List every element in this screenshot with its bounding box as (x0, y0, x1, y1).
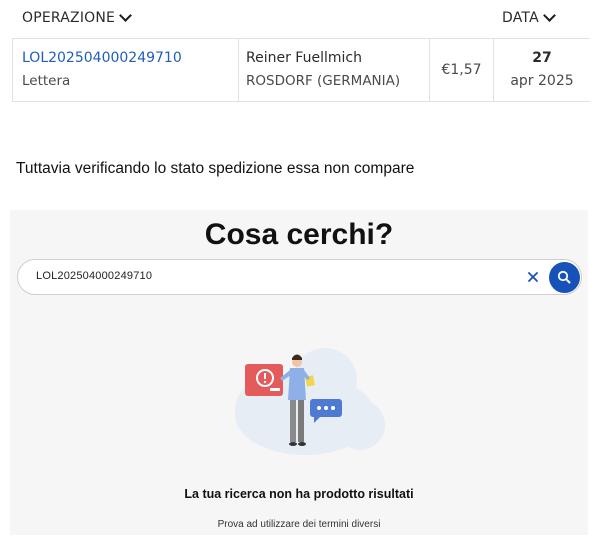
search-button[interactable] (549, 262, 580, 293)
recipient-place: ROSDORF (GERMANIA) (246, 73, 401, 89)
table-row: LOL202504000249710 Lettera Reiner Fuellm… (12, 38, 590, 102)
search-title: Cosa cerchi? (204, 218, 394, 251)
date-month-year: apr 2025 (510, 73, 574, 89)
no-results-illustration (235, 348, 385, 455)
recipient-cell: Reiner Fuellmich ROSDORF (GERMANIA) (238, 39, 429, 101)
operation-cell: LOL202504000249710 Lettera (12, 39, 238, 101)
search-query-text: LOL202504000249710 (36, 270, 153, 282)
no-results-title: La tua ricerca non ha prodotto risultati (184, 487, 414, 501)
clear-search-button[interactable] (524, 268, 542, 286)
chevron-down-icon (119, 9, 132, 22)
search-icon (557, 270, 571, 284)
no-results-hint: Prova ad utilizzare dei termini diversi (217, 519, 381, 530)
operation-code-link[interactable]: LOL202504000249710 (22, 50, 182, 66)
table-header: OPERAZIONE DATA (0, 0, 603, 38)
amount-value: €1,57 (441, 62, 482, 78)
close-icon (528, 272, 538, 282)
operation-column-header[interactable]: OPERAZIONE (22, 9, 132, 26)
operation-header-label: OPERAZIONE (22, 10, 116, 26)
operation-type: Lettera (22, 73, 71, 89)
search-input[interactable]: LOL202504000249710 (17, 259, 582, 295)
date-cell: 27 apr 2025 (493, 39, 590, 101)
amount-cell: €1,57 (429, 39, 493, 101)
note-text: Tuttavia verificando lo stato spedizione… (16, 160, 415, 177)
date-header-label: DATA (502, 10, 539, 26)
date-day: 27 (532, 50, 552, 66)
date-column-header[interactable]: DATA (502, 9, 556, 26)
recipient-name: Reiner Fuellmich (246, 50, 362, 66)
search-panel: Cosa cerchi? LOL202504000249710 La tua r… (10, 210, 588, 535)
chevron-down-icon (543, 9, 556, 22)
